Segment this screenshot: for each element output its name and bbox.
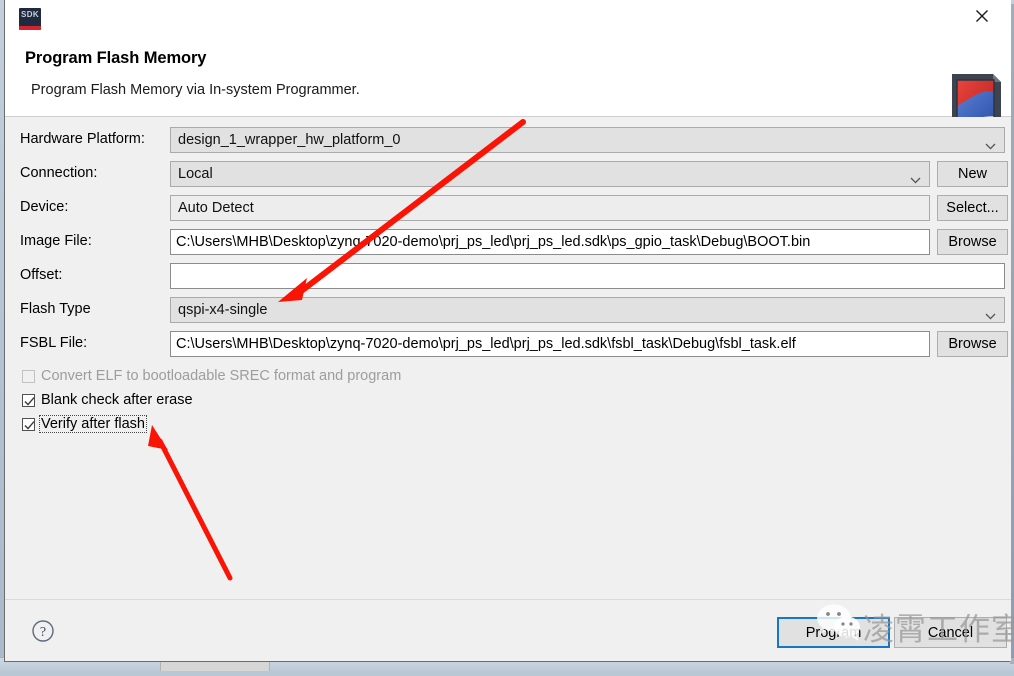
flash-type-value: qspi-x4-single <box>178 302 268 318</box>
device-combo[interactable]: Auto Detect <box>170 195 930 221</box>
sdk-icon: SDK <box>19 8 41 30</box>
browse-fsbl-file-button[interactable]: Browse <box>937 331 1008 357</box>
convert-elf-checkbox[interactable] <box>22 370 35 383</box>
row-image-file: Image File: C:\Users\MHB\Desktop\zynq-70… <box>5 227 1011 257</box>
connection-value: Local <box>178 166 213 182</box>
chevron-down-icon <box>985 137 996 155</box>
image-file-label: Image File: <box>20 233 92 249</box>
row-device: Device: Auto Detect Select... <box>5 193 1011 223</box>
hardware-platform-label: Hardware Platform: <box>20 131 145 147</box>
fsbl-file-value: C:\Users\MHB\Desktop\zynq-7020-demo\prj_… <box>176 336 796 352</box>
image-file-value: C:\Users\MHB\Desktop\zynq-7020-demo\prj_… <box>176 234 811 250</box>
sdk-icon-accent-bar <box>19 26 41 30</box>
dialog-titlebar: SDK <box>5 0 1011 34</box>
close-icon <box>975 9 989 23</box>
chevron-down-icon <box>985 307 996 325</box>
flash-type-label: Flash Type <box>20 301 91 317</box>
verify-after-flash-checkbox[interactable] <box>22 418 35 431</box>
row-fsbl-file: FSBL File: C:\Users\MHB\Desktop\zynq-702… <box>5 329 1011 359</box>
check-icon <box>24 397 35 406</box>
row-hardware-platform: Hardware Platform: design_1_wrapper_hw_p… <box>5 125 1011 155</box>
connection-label: Connection: <box>20 165 98 181</box>
help-icon[interactable]: ? <box>31 619 55 648</box>
blank-check-checkbox[interactable] <box>22 394 35 407</box>
image-file-input[interactable]: C:\Users\MHB\Desktop\zynq-7020-demo\prj_… <box>170 229 930 255</box>
row-flash-type: Flash Type qspi-x4-single <box>5 295 1011 325</box>
form-body: Hardware Platform: design_1_wrapper_hw_p… <box>5 117 1011 599</box>
connection-combo[interactable]: Local <box>170 161 930 187</box>
hardware-platform-value: design_1_wrapper_hw_platform_0 <box>178 132 401 148</box>
page-subtitle: Program Flash Memory via In-system Progr… <box>31 82 360 98</box>
chevron-down-icon <box>910 171 921 189</box>
fsbl-file-input[interactable]: C:\Users\MHB\Desktop\zynq-7020-demo\prj_… <box>170 331 930 357</box>
verify-after-flash-label: Verify after flash <box>39 415 147 433</box>
device-value: Auto Detect <box>178 200 254 216</box>
offset-input[interactable] <box>170 263 1005 289</box>
hardware-platform-combo[interactable]: design_1_wrapper_hw_platform_0 <box>170 127 1005 153</box>
sdk-icon-label: SDK <box>20 10 40 19</box>
page-title: Program Flash Memory <box>25 49 207 67</box>
svg-text:?: ? <box>40 625 46 640</box>
check-icon <box>24 421 35 430</box>
flash-type-combo[interactable]: qspi-x4-single <box>170 297 1005 323</box>
new-connection-button[interactable]: New <box>937 161 1008 187</box>
cancel-button[interactable]: Cancel <box>894 617 1007 648</box>
program-button[interactable]: Program <box>777 617 890 648</box>
program-flash-memory-dialog: SDK Program Flash Memory Program Flash M… <box>4 0 1011 662</box>
row-connection: Connection: Local New <box>5 159 1011 189</box>
convert-elf-label: Convert ELF to bootloadable SREC format … <box>41 368 402 384</box>
close-button[interactable] <box>959 0 1005 32</box>
browse-image-file-button[interactable]: Browse <box>937 229 1008 255</box>
fsbl-file-label: FSBL File: <box>20 335 88 351</box>
select-device-button[interactable]: Select... <box>937 195 1008 221</box>
row-offset: Offset: <box>5 261 1011 291</box>
blank-check-label: Blank check after erase <box>41 392 193 408</box>
device-label: Device: <box>20 199 69 215</box>
offset-label: Offset: <box>20 267 63 283</box>
dialog-heading-area: Program Flash Memory Program Flash Memor… <box>5 34 1011 134</box>
